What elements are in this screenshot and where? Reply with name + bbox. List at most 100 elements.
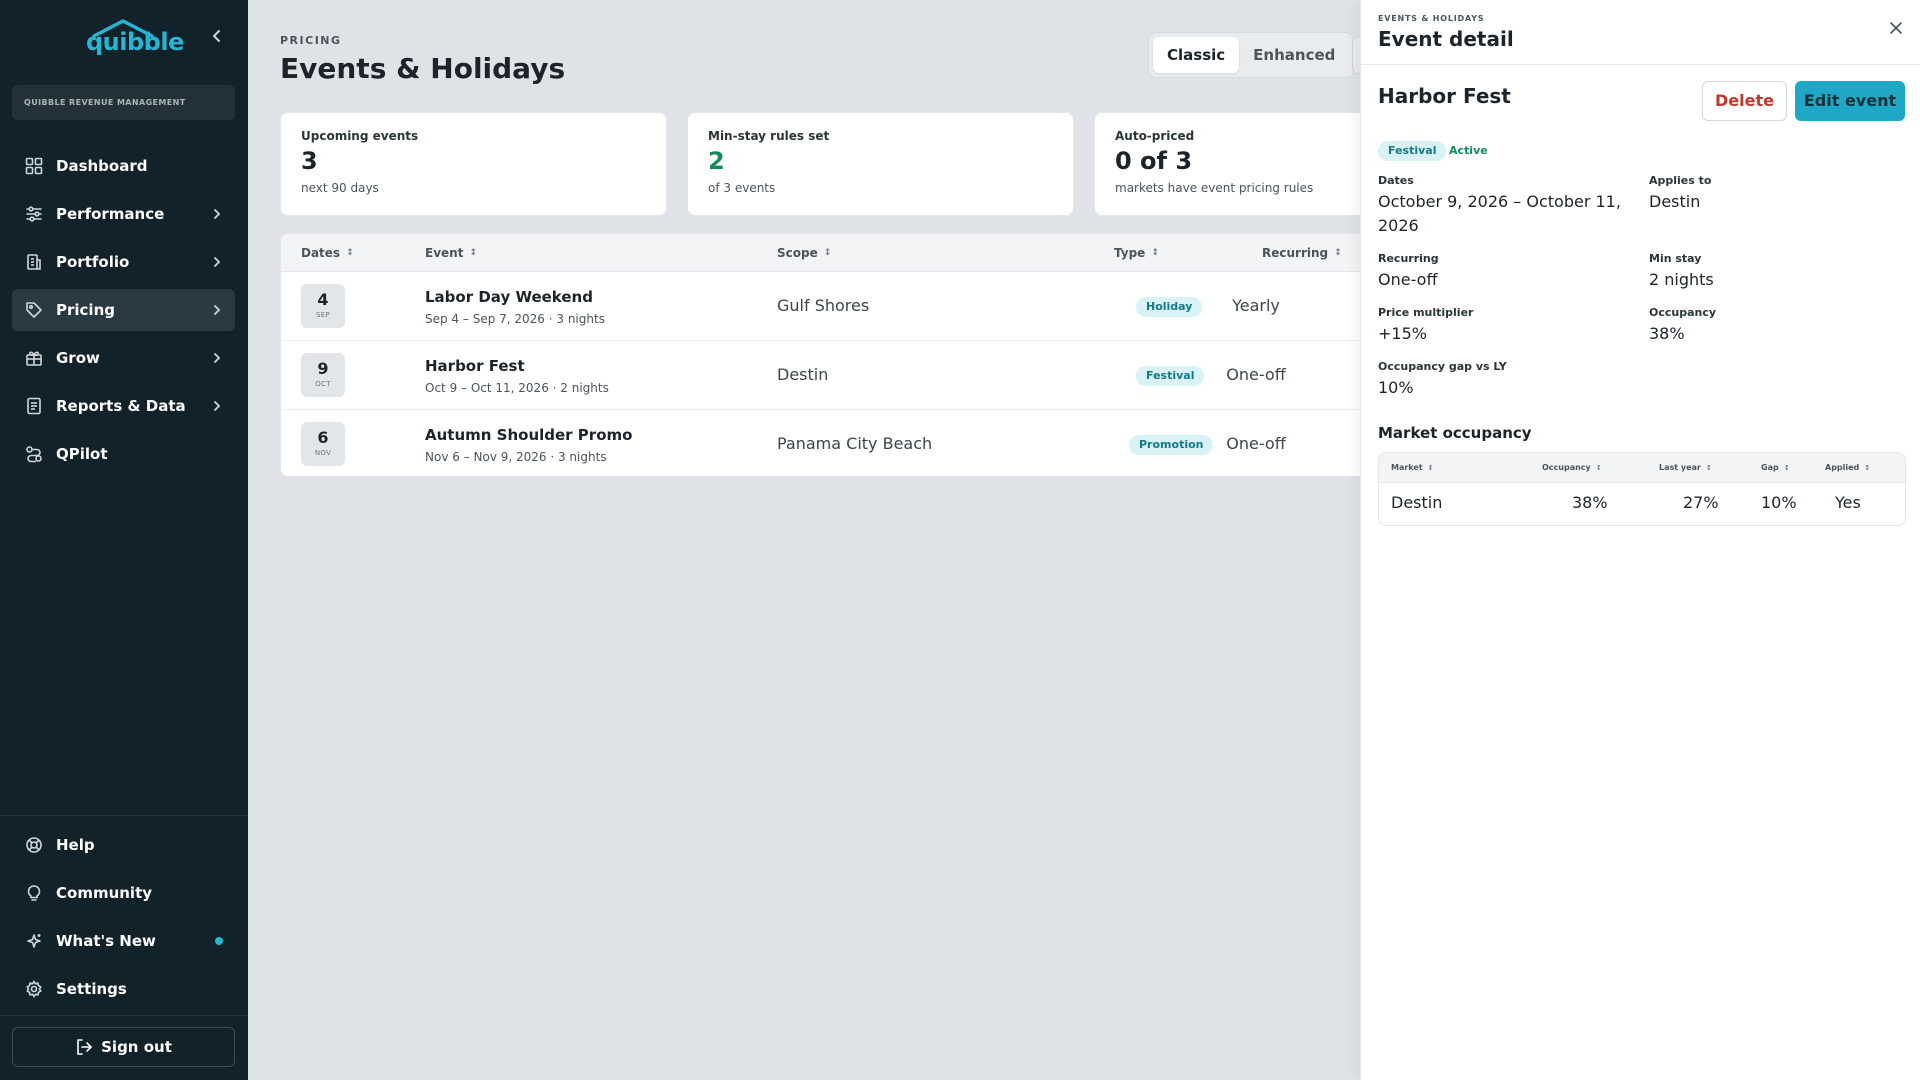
gear-icon xyxy=(24,979,44,999)
nav-item-pricing[interactable]: Pricing xyxy=(12,289,235,331)
collapse-sidebar-button[interactable] xyxy=(207,24,227,48)
view-toggle: Classic Enhanced xyxy=(1148,32,1355,78)
nav-item-qpilot[interactable]: QPilot xyxy=(12,433,235,475)
edit-event-button[interactable]: Edit event xyxy=(1795,81,1905,121)
status-badge: Active xyxy=(1449,144,1488,157)
type-badge: Festival xyxy=(1136,366,1205,386)
stat-card-upcoming: Upcoming events 3 next 90 days xyxy=(280,112,667,216)
field-label-occupancy: Occupancy xyxy=(1649,306,1717,319)
column-header-gap[interactable]: Gap ↕ xyxy=(1761,463,1790,472)
column-header-label: Last year xyxy=(1659,463,1701,472)
type-badge: Festival xyxy=(1378,141,1447,161)
column-header-occupancy[interactable]: Occupancy ↕ xyxy=(1542,463,1602,472)
nav-item-reports[interactable]: Reports & Data xyxy=(12,385,235,427)
sign-out-icon xyxy=(77,1039,92,1055)
market-cell-applied: Yes xyxy=(1835,493,1861,512)
nav-item-grow[interactable]: Grow xyxy=(12,337,235,379)
nav-item-help[interactable]: Help xyxy=(12,824,235,866)
nav-label: Reports & Data xyxy=(56,397,186,415)
event-title: Harbor Fest xyxy=(1378,84,1511,108)
column-header-last-year[interactable]: Last year ↕ xyxy=(1659,463,1712,472)
nav-item-settings[interactable]: Settings xyxy=(12,968,235,1010)
nav-label: What's New xyxy=(56,932,156,950)
toggle-enhanced[interactable]: Enhanced xyxy=(1239,37,1349,73)
panel-eyebrow: EVENTS & HOLIDAYS xyxy=(1378,14,1485,23)
date-day: 6 xyxy=(317,428,329,447)
grid-icon xyxy=(24,156,44,176)
panel-divider xyxy=(1361,64,1920,65)
table-row[interactable]: 9 OCT Harbor Fest Oct 9 – Oct 11, 2026 ·… xyxy=(281,341,1389,410)
chevron-right-icon xyxy=(207,252,227,272)
sort-icon: ↕ xyxy=(1334,248,1342,258)
gift-icon xyxy=(24,348,44,368)
sort-icon: ↕ xyxy=(1783,463,1790,472)
org-switcher[interactable]: QUIBBLE REVENUE MANAGEMENT xyxy=(12,85,235,120)
nav-label: Grow xyxy=(56,349,100,367)
close-panel-button[interactable] xyxy=(1885,17,1907,39)
tag-icon xyxy=(24,300,44,320)
sign-out-button[interactable]: Sign out xyxy=(12,1027,235,1067)
sliders-icon xyxy=(24,204,44,224)
sidebar-divider xyxy=(0,1015,248,1016)
event-dates: Oct 9 – Oct 11, 2026 · 2 nights xyxy=(425,381,609,395)
panel-title: Event detail xyxy=(1378,27,1514,51)
main-content: PRICING Events & Holidays Classic Enhanc… xyxy=(248,0,1481,1080)
nav-item-whats-new[interactable]: What's New xyxy=(12,920,235,962)
nav-label: QPilot xyxy=(56,445,108,463)
field-value-occupancy: 38% xyxy=(1649,324,1685,343)
date-month: NOV xyxy=(314,449,332,457)
column-header-applied[interactable]: Applied ↕ xyxy=(1825,463,1870,472)
stat-value: 3 xyxy=(301,147,318,175)
date-month: SEP xyxy=(316,311,330,319)
lightbulb-icon xyxy=(24,883,44,903)
sort-icon: ↕ xyxy=(1151,248,1159,258)
field-value-applies: Destin xyxy=(1649,192,1701,211)
date-month: OCT xyxy=(315,380,331,388)
column-header-recurring[interactable]: Recurring ↕ xyxy=(1262,246,1342,260)
sort-icon: ↕ xyxy=(469,248,477,258)
table-row[interactable]: 4 SEP Labor Day Weekend Sep 4 – Sep 7, 2… xyxy=(281,272,1389,341)
column-header-event[interactable]: Event ↕ xyxy=(425,246,477,260)
column-header-label: Gap xyxy=(1761,463,1779,472)
nav-item-dashboard[interactable]: Dashboard xyxy=(12,145,235,187)
field-value-dates: October 9, 2026 – October 11, 2026 xyxy=(1378,192,1621,235)
event-name: Harbor Fest xyxy=(425,357,525,375)
field-value-multiplier: +15% xyxy=(1378,324,1427,343)
nav-item-performance[interactable]: Performance xyxy=(12,193,235,235)
logo-text: quibble xyxy=(86,28,184,56)
stat-label: Upcoming events xyxy=(301,129,419,143)
market-table-header: Market ↕ Occupancy ↕ Last year ↕ Gap ↕ Appli… xyxy=(1379,453,1905,483)
event-scope: Panama City Beach xyxy=(777,434,933,453)
field-label-gap: Occupancy gap vs LY xyxy=(1378,360,1507,373)
column-header-market[interactable]: Market ↕ xyxy=(1391,463,1434,472)
date-badge: 9 OCT xyxy=(301,353,345,397)
column-header-scope[interactable]: Scope ↕ xyxy=(777,246,831,260)
date-day: 4 xyxy=(317,290,329,309)
event-name: Autumn Shoulder Promo xyxy=(425,426,633,444)
nav-label: Community xyxy=(56,884,153,902)
field-label-dates: Dates xyxy=(1378,174,1414,187)
field-label-recurring: Recurring xyxy=(1378,252,1439,265)
column-header-dates[interactable]: Dates ↕ xyxy=(301,246,354,260)
page-title: Events & Holidays xyxy=(280,52,566,85)
market-cell-market: Destin xyxy=(1391,493,1443,512)
quibble-logo[interactable]: quibble xyxy=(86,18,184,56)
nav-item-community[interactable]: Community xyxy=(12,872,235,914)
delete-button[interactable]: Delete xyxy=(1702,81,1787,121)
stat-sub: of 3 events xyxy=(708,181,776,195)
chevron-right-icon xyxy=(207,204,227,224)
sparkle-icon xyxy=(24,931,44,951)
nav-item-portfolio[interactable]: Portfolio xyxy=(12,241,235,283)
nav-label: Help xyxy=(56,836,95,854)
field-value-minstay: 2 nights xyxy=(1649,270,1714,289)
field-value-recurring: One-off xyxy=(1378,270,1438,289)
chevron-right-icon xyxy=(207,396,227,416)
table-row[interactable]: 6 NOV Autumn Shoulder Promo Nov 6 – Nov … xyxy=(281,410,1389,476)
nav-label: Dashboard xyxy=(56,157,148,175)
page-eyebrow: PRICING xyxy=(280,34,342,47)
event-scope: Destin xyxy=(777,365,829,384)
sort-icon: ↕ xyxy=(1705,463,1712,472)
toggle-classic[interactable]: Classic xyxy=(1153,37,1240,73)
column-header-type[interactable]: Type ↕ xyxy=(1114,246,1159,260)
stat-label: Min-stay rules set xyxy=(708,129,830,143)
